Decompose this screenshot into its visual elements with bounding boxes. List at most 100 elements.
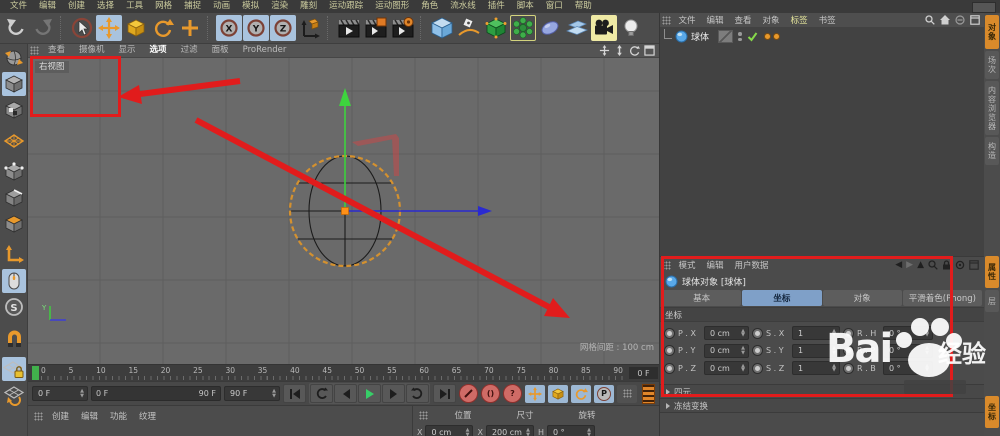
spinner-icon[interactable]: ▲▼ (741, 329, 745, 338)
key-position-button[interactable] (525, 385, 545, 403)
key-rotation-button[interactable] (571, 385, 591, 403)
record-keyframe-button[interactable] (459, 384, 478, 403)
search-icon[interactable] (928, 260, 938, 270)
floor-button[interactable] (564, 15, 590, 41)
keyframe-selection-button[interactable]: ? (503, 384, 522, 403)
spinner-icon[interactable]: ▲▼ (526, 428, 530, 436)
window-layout-icon[interactable] (972, 2, 996, 13)
key-radio-icon[interactable] (752, 363, 763, 374)
redo-button[interactable] (30, 15, 56, 41)
history-back-icon[interactable]: ◀ (895, 260, 902, 270)
end-frame-field[interactable]: 90 F ▲▼ (224, 386, 280, 401)
menu-item[interactable]: 模拟 (236, 0, 265, 13)
key-radio-icon[interactable] (843, 328, 854, 339)
visibility-dots-icon[interactable] (738, 32, 742, 41)
viewport-menu-item[interactable]: 面板 (205, 44, 236, 57)
key-scale-button[interactable] (548, 385, 568, 403)
mograph-button[interactable] (510, 15, 536, 41)
next-frame-button[interactable] (382, 384, 405, 403)
coordinate-value-field[interactable]: 0 ° ▲▼ (547, 425, 595, 436)
render-settings-button[interactable] (390, 15, 416, 41)
material-menu-item[interactable]: 功能 (104, 410, 133, 422)
key-radio-icon[interactable] (664, 328, 675, 339)
key-radio-icon[interactable] (752, 328, 763, 339)
panel-grip-icon[interactable] (419, 411, 428, 420)
menu-item[interactable]: 脚本 (511, 0, 540, 13)
key-radio-icon[interactable] (843, 345, 854, 356)
key-parameter-button[interactable]: P (594, 385, 614, 403)
position-field[interactable]: 0 cm▲▼ (704, 326, 749, 340)
search-icon[interactable] (925, 15, 935, 25)
panel-tab[interactable]: 层 (985, 290, 999, 312)
history-forward-icon[interactable]: ▶ (906, 260, 913, 270)
scale-field[interactable]: 1▲▼ (792, 326, 840, 340)
z-axis-arrowhead[interactable] (478, 206, 492, 216)
panel-tab[interactable]: 构造 (985, 137, 999, 165)
render-view-button[interactable] (336, 15, 362, 41)
scale-field[interactable]: 1▲▼ (792, 361, 840, 375)
spinner-icon[interactable]: ▲▼ (466, 428, 470, 436)
settings-icon[interactable] (955, 260, 965, 270)
viewport-menu-item[interactable]: 显示 (112, 44, 143, 57)
viewport-solo-button[interactable] (2, 269, 26, 293)
rollout-row[interactable]: 四元 (660, 385, 984, 399)
spinner-icon[interactable]: ▲▼ (272, 389, 276, 398)
menu-item[interactable]: 创建 (62, 0, 91, 13)
previous-frame-button[interactable] (334, 384, 357, 403)
panel-maximize-icon[interactable] (970, 15, 980, 25)
goto-start-button[interactable] (283, 384, 306, 403)
menu-item[interactable]: 选择 (91, 0, 120, 13)
rollout-row[interactable]: 冻结变换 (660, 399, 984, 413)
move-tool-button[interactable] (96, 15, 122, 41)
panel-divider[interactable] (659, 13, 660, 436)
key-radio-icon[interactable] (752, 345, 763, 356)
object-manager-menu-item[interactable]: 书签 (813, 14, 841, 26)
menu-item[interactable]: 流水线 (444, 0, 482, 13)
attribute-tab[interactable]: 平滑着色(Phong) (903, 290, 982, 306)
workplane-rotate-button[interactable] (2, 383, 26, 407)
menu-item[interactable]: 动画 (207, 0, 236, 13)
menu-item[interactable]: 帮助 (569, 0, 598, 13)
spinner-icon[interactable]: ▲▼ (587, 428, 591, 436)
key-radio-icon[interactable] (664, 363, 675, 374)
menu-item[interactable]: 雕刻 (294, 0, 323, 13)
model-mode-button[interactable] (2, 72, 26, 96)
attribute-menu-item[interactable]: 用户数据 (729, 259, 774, 271)
polygons-mode-button[interactable] (2, 212, 26, 236)
filter-icon[interactable] (955, 15, 965, 25)
attribute-tab[interactable]: 基本 (662, 290, 741, 306)
home-icon[interactable] (940, 15, 950, 25)
light-button[interactable] (618, 15, 644, 41)
attribute-tab[interactable]: 对象 (823, 290, 902, 306)
visibility-tag-icon[interactable] (718, 30, 733, 43)
menu-item[interactable]: 网格 (149, 0, 178, 13)
pan-view-icon[interactable] (599, 45, 610, 56)
zoom-view-icon[interactable] (614, 45, 625, 56)
menu-item[interactable]: 运动图形 (369, 0, 415, 13)
snap-button[interactable] (2, 326, 26, 350)
material-menu-item[interactable]: 创建 (46, 410, 75, 422)
gizmo-center-handle[interactable] (342, 208, 349, 215)
texture-mode-button[interactable] (2, 98, 26, 122)
edges-mode-button[interactable] (2, 186, 26, 210)
panel-tab[interactable]: 属性 (985, 256, 999, 288)
key-radio-icon[interactable] (843, 363, 854, 374)
frame-range-slider[interactable]: 0 F 90 F (91, 386, 221, 401)
rotate-view-icon[interactable] (629, 45, 640, 56)
rotation-field[interactable]: 0 °▲▼ (883, 361, 933, 375)
viewport-menu-item[interactable]: 查看 (41, 44, 72, 57)
render-to-pv-button[interactable] (363, 15, 389, 41)
spinner-icon[interactable]: ▲▼ (832, 329, 836, 338)
object-manager-menu-item[interactable]: 编辑 (701, 14, 729, 26)
key-radio-icon[interactable] (664, 345, 675, 356)
spline-pen-button[interactable] (456, 15, 482, 41)
attribute-menu-item[interactable]: 模式 (673, 259, 701, 271)
coordinates-section-header[interactable]: 坐标 (660, 307, 984, 322)
object-manager-menu-item[interactable]: 标签 (785, 14, 813, 26)
toggle-view-icon[interactable] (644, 45, 655, 56)
axis-lock-button[interactable]: Z (270, 15, 296, 41)
menu-item[interactable]: 渲染 (265, 0, 294, 13)
play-backward-button[interactable] (310, 384, 333, 403)
primitive-cube-button[interactable] (429, 15, 455, 41)
spinner-icon[interactable]: ▲▼ (80, 389, 84, 398)
